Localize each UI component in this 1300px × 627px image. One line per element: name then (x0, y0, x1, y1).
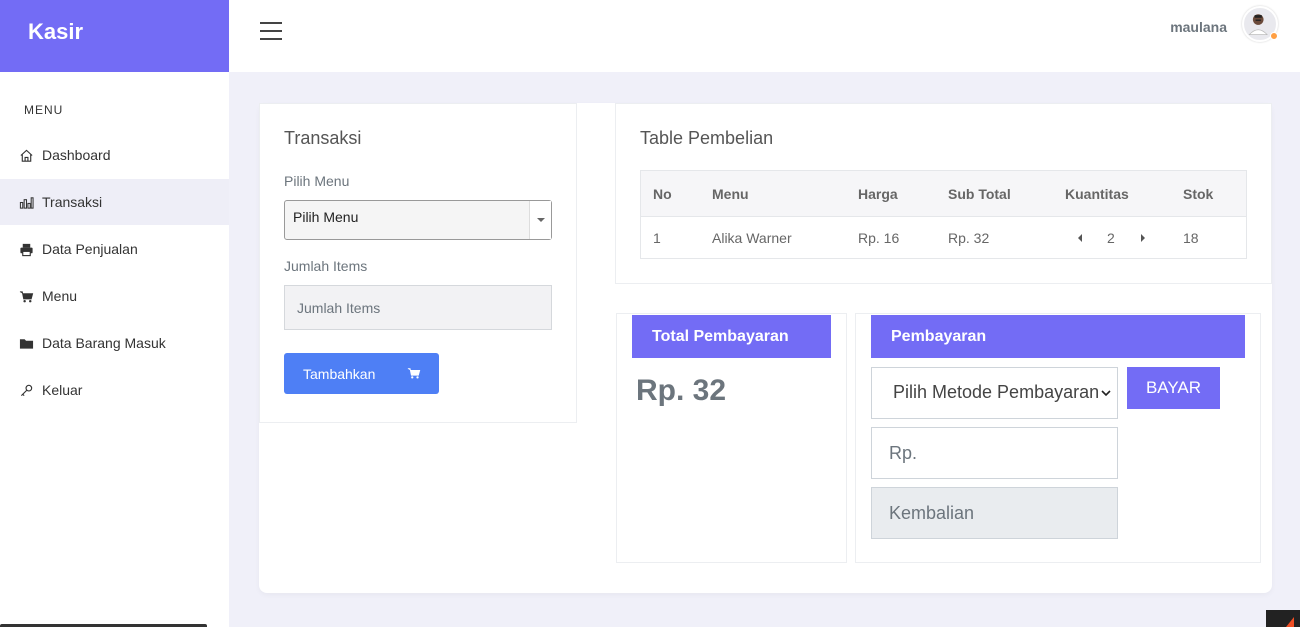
username[interactable]: maulana (1170, 19, 1227, 35)
cell-kuantitas: 2 (1107, 230, 1115, 246)
caret-down-icon (529, 201, 551, 239)
chevron-down-icon (1101, 388, 1111, 398)
column-header-no: No (653, 185, 672, 202)
payment-amount-input[interactable] (871, 427, 1118, 479)
sidebar-item-label: Data Barang Masuk (42, 335, 166, 351)
sidebar: Kasir MENU Dashboard Transaksi Data Penj… (0, 0, 229, 627)
bayar-button[interactable]: BAYAR (1127, 367, 1220, 409)
transaksi-title: Transaksi (284, 128, 362, 148)
tambahkan-button[interactable]: Tambahkan (284, 353, 439, 394)
tambahkan-button-label: Tambahkan (303, 365, 376, 382)
total-pembayaran-header: Total Pembayaran (632, 315, 831, 358)
table-row: 1 Alika Warner Rp. 16 Rp. 32 2 18 (641, 217, 1246, 259)
cell-stok: 18 (1183, 230, 1199, 246)
pembayaran-header: Pembayaran (871, 315, 1245, 358)
sidebar-item-dashboard[interactable]: Dashboard (0, 132, 229, 178)
total-pembayaran-card: Total Pembayaran Rp. 32 (616, 313, 847, 563)
topbar: maulana (229, 0, 1300, 72)
menu-select[interactable]: Pilih Menu (284, 200, 552, 240)
column-header-harga: Harga (858, 185, 898, 202)
total-value: Rp. 32 (636, 374, 727, 407)
cell-sub-total: Rp. 32 (948, 230, 990, 246)
pilih-menu-label: Pilih Menu (284, 173, 350, 189)
home-icon (18, 147, 34, 163)
column-header-menu: Menu (712, 185, 749, 202)
table-title: Table Pembelian (640, 128, 774, 148)
table-pembelian-card: Table Pembelian No Menu Harga Sub Total … (615, 103, 1272, 284)
printer-icon (18, 241, 34, 257)
cart-icon (18, 288, 34, 304)
sidebar-item-keluar[interactable]: Keluar (0, 367, 229, 413)
kembalian-field (871, 487, 1118, 539)
pembayaran-card: Pembayaran Pilih Metode Pembayaran BAYAR (855, 313, 1261, 563)
transaksi-card: Transaksi Pilih Menu Pilih Menu Jumlah I… (259, 103, 577, 423)
column-header-sub-total: Sub Total (948, 185, 1011, 202)
sidebar-item-label: Data Penjualan (42, 241, 138, 257)
payment-method-value: Pilih Metode Pembayaran (893, 382, 1100, 402)
sidebar-item-label: Menu (42, 288, 78, 304)
hamburger-menu-icon[interactable] (260, 22, 282, 40)
sidebar-item-data-barang-masuk[interactable]: Data Barang Masuk (0, 320, 229, 366)
column-header-kuantitas: Kuantitas (1065, 185, 1129, 202)
key-icon (18, 382, 34, 398)
brand-logo[interactable]: Kasir (0, 0, 229, 72)
cell-harga: Rp. 16 (858, 230, 900, 246)
jumlah-items-input[interactable] (284, 285, 552, 330)
table-header: No Menu Harga Sub Total Kuantitas Stok (641, 171, 1246, 217)
sidebar-item-label: Keluar (42, 382, 83, 398)
decrease-quantity-icon[interactable] (1076, 217, 1084, 259)
status-dot (1270, 32, 1278, 40)
menu-select-value: Pilih Menu (293, 209, 359, 225)
folder-icon (18, 335, 34, 351)
sidebar-item-data-penjualan[interactable]: Data Penjualan (0, 226, 229, 272)
cell-menu: Alika Warner (712, 230, 792, 246)
cart-icon (407, 368, 421, 379)
bar-chart-icon (18, 194, 34, 210)
increase-quantity-icon[interactable] (1139, 217, 1147, 259)
jumlah-items-label: Jumlah Items (284, 258, 368, 274)
payment-method-select[interactable]: Pilih Metode Pembayaran (871, 367, 1118, 419)
sidebar-item-label: Transaksi (42, 194, 103, 210)
cell-no: 1 (653, 230, 661, 246)
column-header-stok: Stok (1183, 185, 1214, 202)
sidebar-item-menu[interactable]: Menu (0, 273, 229, 319)
corner-widget-icon[interactable] (1266, 610, 1300, 627)
sidebar-item-transaksi[interactable]: Transaksi (0, 179, 229, 225)
purchase-table: No Menu Harga Sub Total Kuantitas Stok 1… (640, 170, 1247, 259)
sidebar-item-label: Dashboard (42, 147, 111, 163)
